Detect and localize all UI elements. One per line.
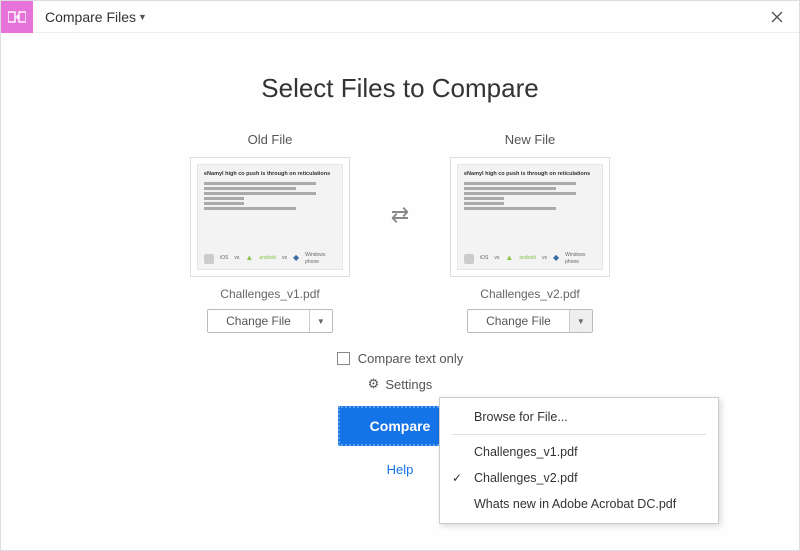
new-file-thumbnail[interactable]: eNamyl high co push is through on reticu… — [450, 157, 610, 277]
old-file-preview: eNamyl high co push is through on reticu… — [197, 164, 343, 270]
new-file-name: Challenges_v2.pdf — [480, 287, 579, 301]
new-file-preview: eNamyl high co push is through on reticu… — [457, 164, 603, 270]
settings-button[interactable]: ⚙ Settings — [368, 376, 433, 392]
titlebar: Compare Files ▼ — [1, 1, 799, 33]
new-file-column: New File eNamyl high co push is through … — [440, 132, 620, 333]
gear-icon: ⚙ — [368, 376, 380, 392]
new-file-change-button[interactable]: Change File — [468, 310, 570, 332]
close-icon — [771, 11, 783, 23]
old-file-change-dropdown[interactable]: ▼ — [310, 310, 332, 332]
swap-icon[interactable]: ⇄ — [391, 202, 409, 228]
old-file-name: Challenges_v1.pdf — [220, 287, 319, 301]
window-title-text: Compare Files — [45, 9, 136, 25]
old-file-change-button-group: Change File ▼ — [207, 309, 333, 333]
dropdown-browse-item[interactable]: Browse for File... — [440, 404, 718, 430]
dropdown-file-item[interactable]: Challenges_v1.pdf — [440, 439, 718, 465]
settings-label: Settings — [385, 377, 432, 392]
swap-column: ⇄ — [380, 132, 420, 228]
old-file-thumbnail[interactable]: eNamyl high co push is through on reticu… — [190, 157, 350, 277]
close-button[interactable] — [763, 3, 791, 31]
old-file-label: Old File — [248, 132, 293, 147]
compare-text-only-checkbox[interactable] — [337, 352, 350, 365]
check-icon: ✓ — [452, 471, 462, 485]
page-title: Select Files to Compare — [41, 73, 759, 104]
old-file-column: Old File eNamyl high co push is through … — [180, 132, 360, 333]
dropdown-file-item[interactable]: ✓ Challenges_v2.pdf — [440, 465, 718, 491]
compare-files-window: Compare Files ▼ Select Files to Compare … — [0, 0, 800, 551]
compare-text-only-row[interactable]: Compare text only — [337, 351, 464, 366]
new-file-change-button-group: Change File ▼ — [467, 309, 593, 333]
old-file-change-button[interactable]: Change File — [208, 310, 310, 332]
dropdown-file-label: Challenges_v2.pdf — [474, 471, 578, 485]
compare-text-only-label: Compare text only — [358, 351, 464, 366]
dropdown-file-label: Whats new in Adobe Acrobat DC.pdf — [474, 497, 676, 511]
new-file-change-dropdown[interactable]: ▼ — [570, 310, 592, 332]
dropdown-file-item[interactable]: Whats new in Adobe Acrobat DC.pdf — [440, 491, 718, 517]
dropdown-file-label: Challenges_v1.pdf — [474, 445, 578, 459]
new-file-label: New File — [505, 132, 556, 147]
window-title[interactable]: Compare Files ▼ — [45, 9, 147, 25]
app-icon — [1, 1, 33, 33]
file-compare-row: Old File eNamyl high co push is through … — [41, 132, 759, 333]
options-area: Compare text only ⚙ Settings — [41, 351, 759, 392]
dropdown-separator — [452, 434, 706, 435]
help-link[interactable]: Help — [387, 462, 414, 477]
title-dropdown-caret-icon: ▼ — [138, 12, 147, 22]
change-file-dropdown-menu: Browse for File... Challenges_v1.pdf ✓ C… — [439, 397, 719, 524]
content-area: Select Files to Compare Old File eNamyl … — [1, 33, 799, 487]
